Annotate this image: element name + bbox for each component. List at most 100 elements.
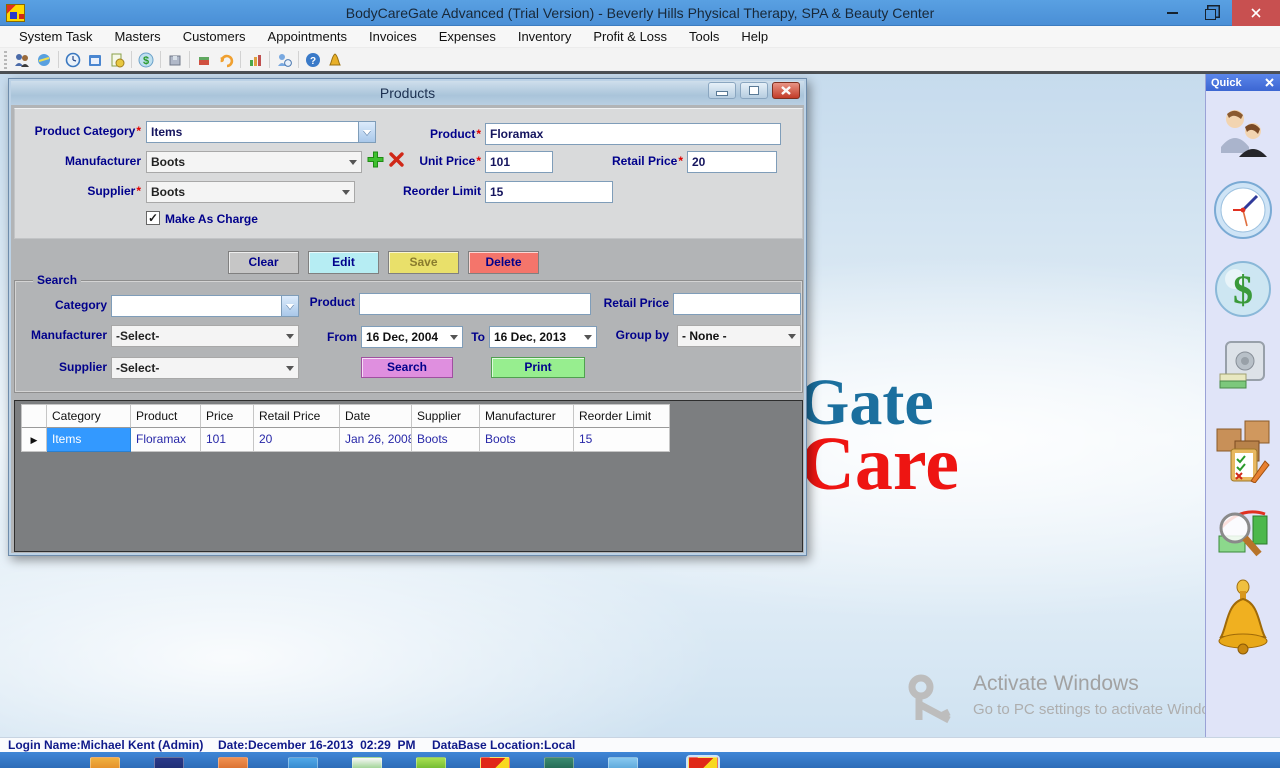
unit-price-field[interactable]	[485, 151, 553, 173]
taskbar-app-icon[interactable]	[608, 757, 638, 768]
row-selector-icon[interactable]	[21, 428, 47, 452]
package-icon[interactable]	[194, 50, 214, 69]
taskbar-app-icon[interactable]	[544, 757, 574, 768]
cell-supplier[interactable]: Boots	[412, 428, 480, 452]
appointments-icon[interactable]	[34, 50, 54, 69]
column-header-manufacturer[interactable]: Manufacturer	[480, 404, 574, 428]
bell-icon[interactable]	[325, 50, 345, 69]
calendar-icon[interactable]	[85, 50, 105, 69]
menu-expenses[interactable]: Expenses	[428, 26, 507, 48]
cell-price[interactable]: 101	[201, 428, 254, 452]
add-manufacturer-icon[interactable]	[367, 151, 384, 168]
manufacturer-select[interactable]: Boots	[146, 151, 362, 173]
retail-price-field[interactable]	[687, 151, 777, 173]
save-button[interactable]: Save	[388, 251, 459, 274]
column-header-price[interactable]: Price	[201, 404, 254, 428]
finance-icon[interactable]: $	[1213, 259, 1273, 324]
chevron-down-icon[interactable]	[358, 122, 375, 142]
taskbar-app-icon[interactable]	[480, 757, 510, 768]
dialog-close-icon[interactable]	[772, 82, 800, 99]
from-date-select[interactable]: 16 Dec, 2004	[361, 326, 463, 348]
menu-tools[interactable]: Tools	[678, 26, 730, 48]
taskbar-app-icon[interactable]	[352, 757, 382, 768]
supplier-select[interactable]: Boots	[146, 181, 355, 203]
chevron-down-icon[interactable]	[783, 326, 800, 346]
taskbar-app-icon[interactable]	[416, 757, 446, 768]
taskbar-app-icon-active[interactable]	[688, 757, 718, 768]
help-icon[interactable]: ?	[303, 50, 323, 69]
user-clock-icon[interactable]	[274, 50, 294, 69]
column-header-date[interactable]: Date	[340, 404, 412, 428]
column-header-category[interactable]: Category	[47, 404, 131, 428]
cell-reorder-limit[interactable]: 15	[574, 428, 670, 452]
undo-icon[interactable]	[216, 50, 236, 69]
table-row[interactable]: Items Floramax 101 20 Jan 26, 2008 Boots…	[21, 428, 670, 452]
edit-button[interactable]: Edit	[308, 251, 379, 274]
search-retail-price-field[interactable]	[673, 293, 801, 315]
cell-category[interactable]: Items	[47, 428, 131, 452]
reminder-bell-icon[interactable]	[1215, 579, 1271, 662]
menu-profit-loss[interactable]: Profit & Loss	[582, 26, 678, 48]
search-category-select[interactable]	[111, 295, 299, 317]
cell-product[interactable]: Floramax	[131, 428, 201, 452]
to-label: To	[467, 330, 485, 344]
search-supplier-select[interactable]: -Select-	[111, 357, 299, 379]
quick-panel-title: Quick	[1211, 77, 1242, 89]
menu-help[interactable]: Help	[730, 26, 779, 48]
invoice-icon[interactable]	[107, 50, 127, 69]
search-button[interactable]: Search	[361, 357, 453, 378]
chevron-down-icon[interactable]	[445, 327, 462, 347]
clock-icon[interactable]	[1213, 180, 1273, 245]
menu-customers[interactable]: Customers	[172, 26, 257, 48]
cell-manufacturer[interactable]: Boots	[480, 428, 574, 452]
menu-inventory[interactable]: Inventory	[507, 26, 582, 48]
restore-icon[interactable]	[1192, 0, 1232, 26]
menu-invoices[interactable]: Invoices	[358, 26, 428, 48]
dialog-minimize-icon[interactable]	[708, 82, 736, 99]
quick-close-icon[interactable]	[1264, 77, 1275, 88]
taskbar-app-icon[interactable]	[218, 757, 248, 768]
cell-retail-price[interactable]: 20	[254, 428, 340, 452]
chevron-down-icon[interactable]	[337, 182, 354, 202]
column-header-supplier[interactable]: Supplier	[412, 404, 480, 428]
taskbar-app-icon[interactable]	[90, 757, 120, 768]
inventory-icon[interactable]	[165, 50, 185, 69]
menu-system-task[interactable]: System Task	[8, 26, 103, 48]
dollar-icon[interactable]: $	[136, 50, 156, 69]
menu-appointments[interactable]: Appointments	[257, 26, 359, 48]
close-icon[interactable]	[1232, 0, 1280, 26]
chevron-down-icon[interactable]	[344, 152, 361, 172]
chevron-down-icon[interactable]	[579, 327, 596, 347]
customers-icon[interactable]	[1215, 105, 1271, 166]
taskbar-app-icon[interactable]	[288, 757, 318, 768]
menu-masters[interactable]: Masters	[103, 26, 171, 48]
reorder-limit-field[interactable]	[485, 181, 613, 203]
to-date-select[interactable]: 16 Dec, 2013	[489, 326, 597, 348]
column-header-product[interactable]: Product	[131, 404, 201, 428]
safe-icon[interactable]	[1216, 338, 1270, 397]
reports-icon[interactable]	[1213, 502, 1273, 565]
taskbar-app-icon[interactable]	[154, 757, 184, 768]
chevron-down-icon[interactable]	[281, 296, 298, 316]
column-header-retail-price[interactable]: Retail Price	[254, 404, 340, 428]
customers-icon[interactable]	[12, 50, 32, 69]
chevron-down-icon[interactable]	[281, 326, 298, 346]
make-as-charge-checkbox[interactable]	[146, 211, 160, 225]
product-field[interactable]	[485, 123, 781, 145]
minimize-icon[interactable]	[1152, 0, 1192, 26]
chart-icon[interactable]	[245, 50, 265, 69]
search-manufacturer-select[interactable]: -Select-	[111, 325, 299, 347]
search-product-field[interactable]	[359, 293, 591, 315]
clock-icon[interactable]	[63, 50, 83, 69]
column-header-reorder-limit[interactable]: Reorder Limit	[574, 404, 670, 428]
cell-date[interactable]: Jan 26, 2008	[340, 428, 412, 452]
windows-taskbar	[0, 752, 1280, 768]
product-category-select[interactable]: Items	[146, 121, 376, 143]
group-by-select[interactable]: - None -	[677, 325, 801, 347]
chevron-down-icon[interactable]	[281, 358, 298, 378]
print-button[interactable]: Print	[491, 357, 585, 378]
delete-button[interactable]: Delete	[468, 251, 539, 274]
inventory-icon[interactable]	[1211, 411, 1275, 488]
clear-button[interactable]: Clear	[228, 251, 299, 274]
dialog-maximize-icon[interactable]	[740, 82, 768, 99]
